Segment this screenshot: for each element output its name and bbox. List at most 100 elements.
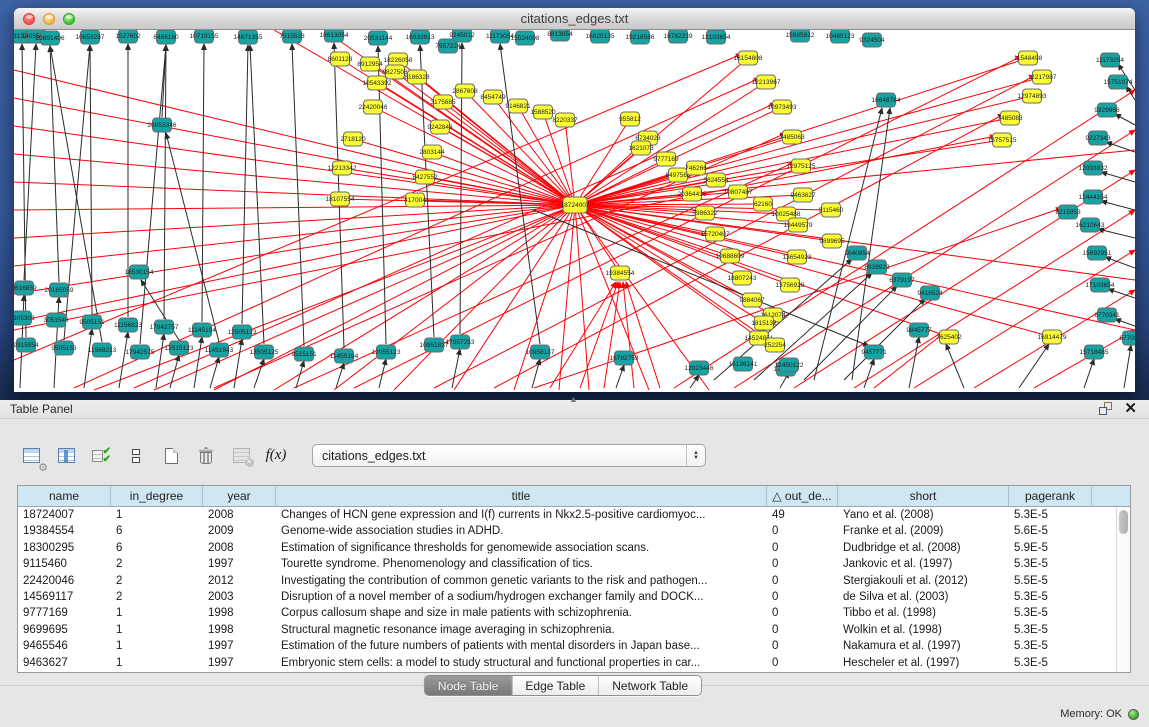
graph-edge[interactable] — [194, 337, 202, 388]
graph-node-label: 16933913 — [406, 34, 435, 41]
table-row[interactable]: 1938455462009Genome-wide association stu… — [18, 523, 1130, 539]
graph-edge[interactable] — [804, 286, 897, 380]
graph-edge[interactable] — [50, 46, 59, 282]
graph-edge[interactable] — [214, 205, 575, 390]
tab-node-table[interactable]: Node Table — [425, 676, 513, 695]
table-settings-button[interactable]: ⚙ — [18, 443, 44, 469]
graph-edge[interactable] — [378, 46, 386, 344]
memory-status-indicator[interactable] — [1128, 709, 1139, 720]
graph-edge[interactable] — [234, 339, 242, 388]
table-row[interactable]: 969969511998Structural magnetic resonanc… — [18, 622, 1130, 638]
row-height-button[interactable] — [123, 443, 149, 469]
graph-edge[interactable] — [164, 45, 166, 319]
float-panel-icon[interactable] — [1099, 402, 1112, 415]
column-header-title[interactable]: title — [276, 486, 767, 506]
graph-edge[interactable] — [626, 282, 660, 388]
graph-edge[interactable] — [14, 205, 575, 238]
splitter-grip-icon[interactable]: ▲ — [569, 394, 578, 404]
graph-edge[interactable] — [1106, 142, 1135, 152]
graph-edge[interactable] — [94, 205, 575, 390]
graph-node-label: 19384554 — [606, 270, 635, 277]
table-cell: 5.3E-5 — [1009, 605, 1092, 621]
show-columns-button[interactable] — [53, 443, 79, 469]
graph-edge[interactable] — [1098, 229, 1135, 238]
table-row[interactable]: 977716911998Corpus callosum shape and si… — [18, 605, 1130, 621]
graph-edge[interactable] — [1084, 359, 1094, 388]
delete-column-button[interactable] — [193, 443, 219, 469]
column-header-indegree[interactable]: in_degree — [111, 486, 203, 506]
graph-edge[interactable] — [1108, 289, 1135, 298]
graph-edge[interactable] — [674, 90, 1135, 388]
graph-edge[interactable] — [440, 127, 575, 205]
column-header-pagerank[interactable]: pagerank — [1009, 486, 1092, 506]
table-row[interactable]: 911546021997Tourette syndrome. Phenomeno… — [18, 556, 1130, 572]
graph-edge[interactable] — [254, 359, 264, 388]
table-row[interactable]: 1872400712008Changes of HCN gene express… — [18, 507, 1130, 523]
table-vertical-scrollbar[interactable] — [1116, 507, 1130, 672]
network-canvas[interactable]: 9313254140557242089140610653287152760264… — [14, 30, 1135, 391]
graph-edge[interactable] — [84, 329, 92, 388]
graph-edge[interactable] — [494, 114, 1004, 388]
graph-node-label: 9845777 — [906, 327, 932, 334]
graph-edge[interactable] — [864, 359, 874, 388]
graph-edge[interactable] — [50, 46, 102, 342]
delete-table-button[interactable]: ✕ — [228, 443, 254, 469]
graph-edge[interactable] — [292, 44, 304, 346]
graph-edge[interactable] — [874, 333, 944, 388]
column-header-name[interactable]: name — [18, 486, 111, 506]
scrollbar-thumb[interactable] — [1119, 510, 1128, 534]
graph-edge[interactable] — [379, 359, 386, 388]
graph-node-label: 2803144 — [419, 149, 445, 156]
graph-edge[interactable] — [14, 205, 575, 210]
graph-edge[interactable] — [250, 45, 264, 344]
graph-edge[interactable] — [432, 152, 575, 205]
select-columns-button[interactable]: ✔✔ — [88, 443, 114, 469]
graph-edge[interactable] — [616, 365, 624, 388]
table-row[interactable]: 2242004622012Investigating the contribut… — [18, 573, 1130, 589]
table-cell: Changes of HCN gene expression and I(f) … — [276, 507, 767, 523]
graph-edge[interactable] — [210, 357, 219, 388]
network-window-titlebar[interactable]: citations_edges.txt — [14, 8, 1135, 30]
table-row[interactable]: 1456911722003Disruption of a novel membe… — [18, 589, 1130, 605]
graph-edge[interactable] — [1115, 319, 1135, 326]
tab-edge-table[interactable]: Edge Table — [512, 676, 599, 695]
graph-node-label: 12213342 — [328, 165, 357, 172]
graph-edge[interactable] — [166, 133, 219, 342]
graph-edge[interactable] — [909, 337, 919, 388]
column-header-year[interactable]: year — [203, 486, 276, 506]
table-row[interactable]: 1830029562008Estimation of significance … — [18, 540, 1130, 556]
graph-node-label: 9505151 — [79, 319, 105, 326]
graph-edge[interactable] — [575, 205, 709, 390]
graph-node-label: 8938923 — [864, 264, 890, 271]
graph-edge[interactable] — [623, 282, 634, 388]
graph-edge[interactable] — [119, 332, 128, 388]
graph-edge[interactable] — [575, 205, 589, 390]
close-panel-icon[interactable]: ✕ — [1124, 402, 1137, 415]
graph-edge[interactable] — [454, 205, 575, 390]
graph-edge[interactable] — [14, 205, 575, 294]
graph-node-label: 12515123 — [165, 345, 194, 352]
graph-edge[interactable] — [1101, 201, 1135, 210]
table-selector-dropdown[interactable]: citations_edges.txt ▲▼ — [312, 444, 706, 467]
graph-edge[interactable] — [575, 205, 759, 338]
table-panel-header[interactable]: ▲ Table Panel ✕ — [0, 400, 1149, 419]
graph-edge[interactable] — [575, 205, 1052, 337]
graph-edge[interactable] — [14, 205, 575, 322]
table-cell: 1997 — [203, 655, 276, 671]
tab-network-table[interactable]: Network Table — [599, 676, 701, 695]
graph-node-label: 9777169 — [653, 156, 679, 163]
graph-edge[interactable] — [156, 334, 164, 388]
graph-node-label: 10719155 — [190, 33, 219, 40]
column-header-outde[interactable]: △ out_de... — [767, 486, 838, 506]
table-cell: Structural magnetic resonance image aver… — [276, 622, 767, 638]
graph-edge[interactable] — [242, 45, 248, 324]
graph-edge[interactable] — [532, 359, 540, 388]
table-row[interactable]: 946362711997Embryonic stem cells: a mode… — [18, 655, 1130, 671]
function-builder-button[interactable]: f(x) — [263, 443, 289, 469]
column-header-short[interactable]: short — [838, 486, 1009, 506]
new-column-button[interactable] — [158, 443, 184, 469]
graph-edge[interactable] — [24, 44, 36, 280]
graph-edge[interactable] — [1115, 114, 1135, 125]
graph-edge[interactable] — [1124, 345, 1131, 388]
table-row[interactable]: 946554611997Estimation of the future num… — [18, 638, 1130, 654]
